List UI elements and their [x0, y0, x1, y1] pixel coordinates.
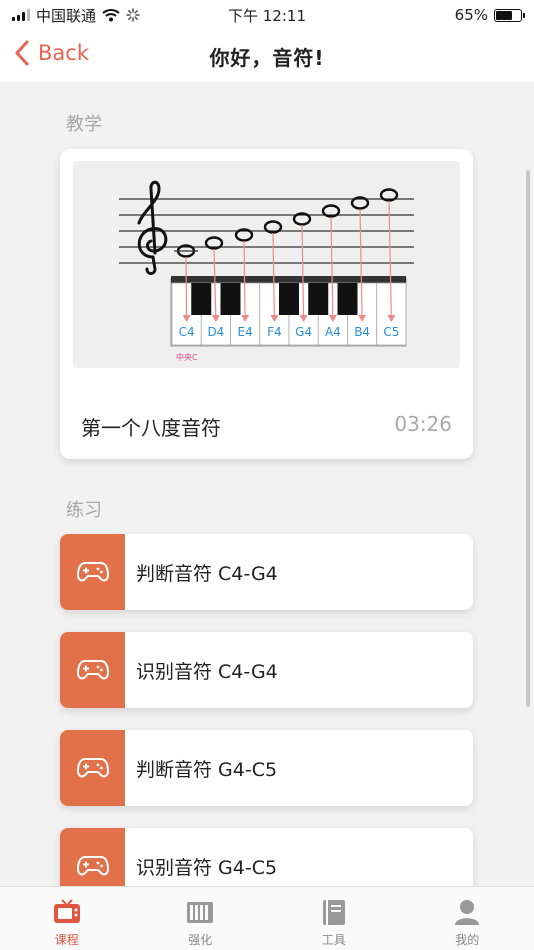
- exercise-icon-box: [60, 534, 125, 610]
- exercise-icon-box: [60, 730, 125, 806]
- chevron-left-icon: [15, 40, 29, 66]
- exercise-label: 判断音符 G4-C5: [136, 758, 278, 781]
- teaching-section-title: 教学: [66, 114, 102, 135]
- tab-courses[interactable]: 课程: [0, 887, 134, 950]
- exercise-icon-box: [60, 828, 125, 886]
- gamepad-icon: [76, 758, 109, 778]
- key-label: C4: [179, 325, 195, 339]
- loading-spinner-icon: [126, 8, 140, 22]
- key-label: C5: [383, 325, 399, 339]
- key-label: B4: [354, 325, 370, 339]
- piano-black-key: [308, 283, 329, 315]
- battery-icon: [494, 8, 525, 22]
- lesson-card[interactable]: C4 D4 E4 F4 G4 A4 B4 C5 中央C 第一个八度音符 03:26: [60, 149, 473, 459]
- back-label: Back: [38, 41, 89, 65]
- tab-label: 强化: [188, 933, 213, 947]
- content-scroll[interactable]: 教学 C4 D4 E4 F4 G4 A4 B4 C5 中央C 第一个八度音符 0…: [0, 82, 534, 886]
- exercise-card[interactable]: 判断音符 C4-G4: [60, 534, 473, 610]
- gamepad-icon: [76, 660, 109, 680]
- piano-black-key: [220, 283, 241, 315]
- tab-label: 工具: [321, 933, 346, 947]
- back-button[interactable]: Back: [14, 40, 89, 66]
- piano-black-key: [337, 283, 358, 315]
- tab-profile[interactable]: 我的: [401, 887, 534, 950]
- tab-practice[interactable]: 强化: [134, 887, 268, 950]
- piano-black-key: [191, 283, 212, 315]
- gamepad-icon: [76, 856, 109, 876]
- note-connector: [185, 256, 188, 320]
- middle-c-label: 中央C: [176, 352, 198, 362]
- exercise-icon-box: [60, 632, 125, 708]
- signal-icon: [12, 9, 30, 21]
- status-bar: 中国联通 下午 12:11 65%: [0, 0, 534, 30]
- navigation-bar: Back 你好，音符!: [0, 30, 534, 82]
- wifi-icon: [102, 9, 120, 22]
- tab-bar: 课程 强化 工具 我的: [0, 886, 534, 950]
- exercise-card[interactable]: 判断音符 G4-C5: [60, 730, 473, 806]
- page-title: 你好，音符!: [209, 45, 325, 70]
- gamepad-icon: [76, 562, 109, 582]
- lesson-thumbnail[interactable]: C4 D4 E4 F4 G4 A4 B4 C5 中央C: [73, 161, 460, 368]
- staff-illustration: C4 D4 E4 F4 G4 A4 B4 C5 中央C: [73, 161, 460, 368]
- key-label: A4: [325, 325, 341, 339]
- tab-label: 我的: [455, 933, 480, 947]
- exercise-label: 识别音符 G4-C5: [136, 856, 278, 879]
- key-label: E4: [238, 325, 253, 339]
- carrier-label: 中国联通: [36, 6, 97, 25]
- tab-label: 课程: [54, 933, 79, 947]
- exercise-label: 判断音符 C4-G4: [136, 562, 278, 585]
- exercise-label: 识别音符 C4-G4: [136, 660, 278, 683]
- scrollbar[interactable]: [526, 170, 530, 707]
- piano-icon: [187, 902, 214, 923]
- key-label: G4: [295, 325, 312, 339]
- lesson-duration: 03:26: [394, 412, 452, 436]
- key-label: D4: [207, 325, 224, 339]
- lesson-title: 第一个八度音符: [81, 416, 221, 440]
- exercise-card[interactable]: 识别音符 G4-C5: [60, 828, 473, 886]
- person-icon: [455, 900, 480, 925]
- tv-icon: [53, 899, 80, 923]
- key-label: F4: [267, 325, 282, 339]
- tab-tools[interactable]: 工具: [267, 887, 401, 950]
- notebook-icon: [322, 900, 345, 925]
- practice-section-title: 练习: [66, 500, 102, 521]
- battery-percent: 65%: [454, 6, 488, 24]
- exercise-card[interactable]: 识别音符 C4-G4: [60, 632, 473, 708]
- piano-black-key: [279, 283, 299, 315]
